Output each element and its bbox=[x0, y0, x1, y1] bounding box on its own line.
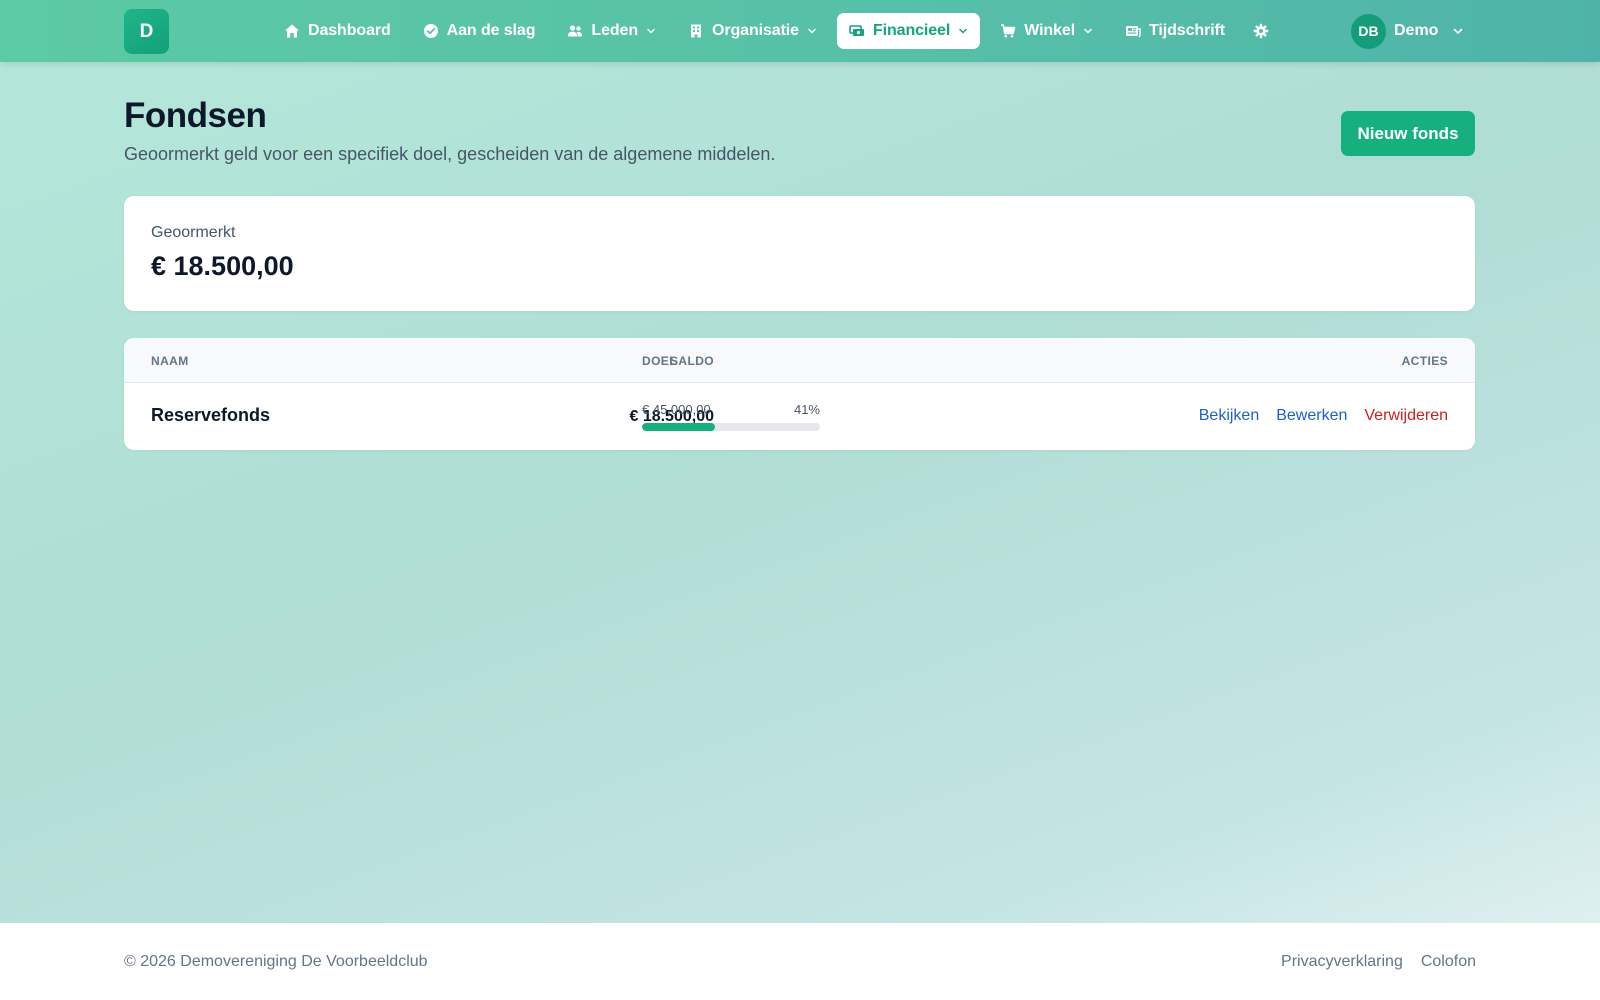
chevron-down-icon bbox=[807, 26, 817, 36]
column-header-goal: DOEL bbox=[642, 354, 677, 368]
footer: © 2026 Demovereniging De Voorbeeldclub P… bbox=[0, 923, 1600, 1000]
fund-name: Reservefonds bbox=[151, 405, 271, 425]
users-icon bbox=[567, 23, 583, 39]
nav-label: Tijdschrift bbox=[1149, 22, 1225, 39]
column-header-actions: ACTIES bbox=[1401, 354, 1448, 368]
cart-icon bbox=[1000, 23, 1016, 39]
chevron-down-icon bbox=[958, 26, 968, 36]
user-name: Demo bbox=[1394, 22, 1439, 39]
chevron-down-icon bbox=[1083, 26, 1093, 36]
summary-value: € 18.500,00 bbox=[151, 251, 294, 281]
nav-label: Aan de slag bbox=[446, 22, 536, 39]
check-circle-icon bbox=[423, 23, 439, 39]
colofon-link[interactable]: Colofon bbox=[1421, 953, 1476, 971]
delete-link[interactable]: Verwijderen bbox=[1364, 407, 1448, 425]
nav-label: Organisatie bbox=[712, 22, 799, 39]
home-icon bbox=[284, 23, 300, 39]
nav-label: Dashboard bbox=[308, 22, 391, 39]
top-navbar: D Dashboard Aan de slag Leden Organisati… bbox=[0, 0, 1600, 62]
new-fund-button[interactable]: Nieuw fonds bbox=[1341, 111, 1475, 156]
nav-item-leden[interactable]: Leden bbox=[555, 13, 668, 49]
goal-percent: 41% bbox=[793, 402, 820, 417]
nav-label: Financieel bbox=[872, 22, 951, 39]
table-row: Reservefonds € 18.500,00 € 45.000,00 41%… bbox=[124, 383, 1475, 450]
nav-item-organisatie[interactable]: Organisatie bbox=[676, 13, 829, 49]
goal-amount: € 45.000,00 bbox=[642, 402, 711, 417]
row-actions: Bekijken Bewerken Verwijderen bbox=[1182, 407, 1448, 425]
magazine-icon bbox=[1125, 23, 1141, 39]
user-menu[interactable]: DB Demo bbox=[1351, 13, 1464, 49]
building-icon bbox=[688, 23, 704, 39]
edit-link[interactable]: Bewerken bbox=[1276, 407, 1347, 425]
table-header: NAAM SALDO DOEL ACTIES bbox=[124, 338, 1475, 383]
fund-goal: € 45.000,00 41% bbox=[642, 402, 820, 431]
footer-links: Privacyverklaring Colofon bbox=[1263, 953, 1476, 971]
goal-progress-bar bbox=[642, 423, 820, 431]
cash-icon bbox=[849, 23, 865, 39]
page-subtitle: Geoormerkt geld voor een specifiek doel,… bbox=[124, 144, 776, 164]
copyright: © 2026 Demovereniging De Voorbeeldclub bbox=[124, 953, 428, 970]
settings-button[interactable] bbox=[1245, 13, 1277, 49]
main-nav: Dashboard Aan de slag Leden Organisatie bbox=[272, 13, 1285, 49]
nav-label: Leden bbox=[591, 22, 639, 39]
app-logo[interactable]: D bbox=[124, 9, 169, 54]
nav-item-dashboard[interactable]: Dashboard bbox=[272, 13, 403, 49]
privacy-link[interactable]: Privacyverklaring bbox=[1281, 953, 1403, 971]
column-header-name: NAAM bbox=[151, 354, 189, 368]
summary-label: Geoormerkt bbox=[151, 224, 236, 241]
chevron-down-icon bbox=[1452, 25, 1464, 37]
goal-progress-fill bbox=[642, 423, 715, 431]
nav-item-winkel[interactable]: Winkel bbox=[988, 13, 1105, 49]
nav-item-tijdschrift[interactable]: Tijdschrift bbox=[1113, 13, 1237, 49]
gear-icon bbox=[1253, 23, 1269, 39]
nav-item-aan-de-slag[interactable]: Aan de slag bbox=[411, 13, 548, 49]
chevron-down-icon bbox=[646, 26, 656, 36]
funds-table: NAAM SALDO DOEL ACTIES Reservefonds € 18… bbox=[124, 338, 1475, 450]
nav-label: Winkel bbox=[1024, 22, 1076, 39]
page-title: Fondsen bbox=[124, 96, 267, 135]
nav-item-financieel[interactable]: Financieel bbox=[836, 13, 981, 49]
summary-card: Geoormerkt € 18.500,00 bbox=[124, 196, 1475, 311]
avatar: DB bbox=[1351, 13, 1386, 49]
view-link[interactable]: Bekijken bbox=[1199, 407, 1259, 425]
